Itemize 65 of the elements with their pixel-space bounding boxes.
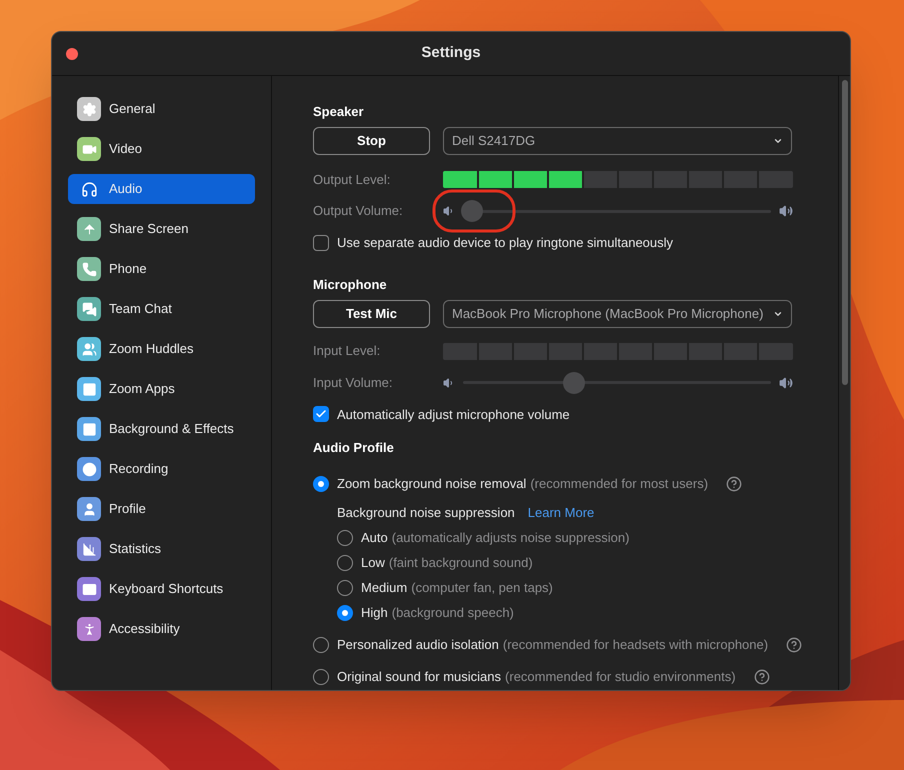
sidebar-item[interactable]: Profile xyxy=(68,494,255,524)
radio-button[interactable] xyxy=(313,669,329,685)
option-label: Personalized audio isolation xyxy=(337,636,499,654)
device-dropdown[interactable]: Dell S2417DG xyxy=(443,127,792,155)
level-label: Input Level: xyxy=(313,342,382,360)
option-note: (recommended for studio environments) xyxy=(505,668,736,686)
sidebar-item[interactable]: Recording xyxy=(68,454,255,484)
radio-button[interactable] xyxy=(337,554,353,570)
sidebar-item[interactable]: Share Screen xyxy=(68,214,255,244)
close-button[interactable] xyxy=(66,48,78,60)
learn-more-link[interactable]: Learn More xyxy=(528,502,594,522)
speaker-low-icon xyxy=(443,376,455,388)
volume-label: Output Volume: xyxy=(313,202,404,220)
option-note: (automatically adjusts noise suppression) xyxy=(392,528,630,547)
sidebar-item[interactable]: Zoom Apps xyxy=(68,374,255,404)
option-label: High xyxy=(361,604,388,622)
option-note: (recommended for most users) xyxy=(530,475,708,494)
option-label: Medium xyxy=(361,578,408,597)
option-note: (recommended for headsets with microphone) xyxy=(502,636,768,654)
section-heading: Speaker xyxy=(313,103,365,121)
sidebar-item[interactable]: Background & Effects xyxy=(68,414,255,444)
radio-button[interactable] xyxy=(313,637,329,653)
option-label: Original sound for musicians xyxy=(337,668,502,686)
volume-label: Input Volume: xyxy=(313,374,394,392)
sidebar-item[interactable]: Zoom Huddles xyxy=(68,334,255,364)
sidebar-item[interactable]: Team Chat xyxy=(68,294,255,324)
section-heading: Audio Profile xyxy=(313,439,395,457)
speaker-loud-icon xyxy=(779,204,793,218)
sidebar-item[interactable]: Audio xyxy=(68,174,255,204)
sidebar-item[interactable]: Phone xyxy=(68,254,255,284)
speaker-low-icon xyxy=(443,205,455,217)
checkbox[interactable] xyxy=(313,406,329,422)
radio-button[interactable] xyxy=(337,580,353,596)
chevron-down-icon xyxy=(773,136,783,146)
option-note: (computer fan, pen taps) xyxy=(411,578,553,597)
help-icon[interactable] xyxy=(754,669,770,685)
device-dropdown[interactable]: MacBook Pro Microphone (MacBook Pro Microphone) xyxy=(443,300,792,328)
section-heading: Microphone xyxy=(313,276,388,294)
radio-button[interactable] xyxy=(337,530,353,546)
suppression-label: Background noise suppression xyxy=(337,504,515,522)
sidebar-item[interactable]: Accessibility xyxy=(68,614,255,644)
sidebar-item[interactable]: Keyboard Shortcuts xyxy=(68,574,255,604)
sidebar-item[interactable]: Statistics xyxy=(68,534,255,564)
radio-button[interactable] xyxy=(313,476,329,492)
level-label: Output Level: xyxy=(313,170,392,189)
option-label: Auto xyxy=(361,528,388,547)
option-label: Low xyxy=(361,554,385,572)
help-icon[interactable] xyxy=(786,637,802,653)
checkbox-label: Use separate audio device to play ringtone simultaneously xyxy=(337,234,674,252)
window-title: Settings xyxy=(421,43,481,64)
checkbox-label: Automatically adjust microphone volume xyxy=(337,406,570,424)
test-button[interactable]: Stop xyxy=(313,127,430,155)
option-label: Zoom background noise removal xyxy=(337,475,526,494)
volume-slider[interactable] xyxy=(463,200,771,222)
speaker-loud-icon xyxy=(779,376,793,390)
checkbox[interactable] xyxy=(313,234,329,251)
volume-slider[interactable] xyxy=(463,372,771,394)
sidebar-item[interactable]: General xyxy=(68,94,255,124)
sidebar-item[interactable]: Video xyxy=(68,134,255,164)
scrollbar[interactable] xyxy=(838,76,850,690)
option-note: (background speech) xyxy=(392,604,514,622)
radio-button[interactable] xyxy=(337,604,353,620)
option-note: (faint background sound) xyxy=(388,554,533,572)
help-icon[interactable] xyxy=(726,476,742,492)
test-button[interactable]: Test Mic xyxy=(313,300,430,328)
